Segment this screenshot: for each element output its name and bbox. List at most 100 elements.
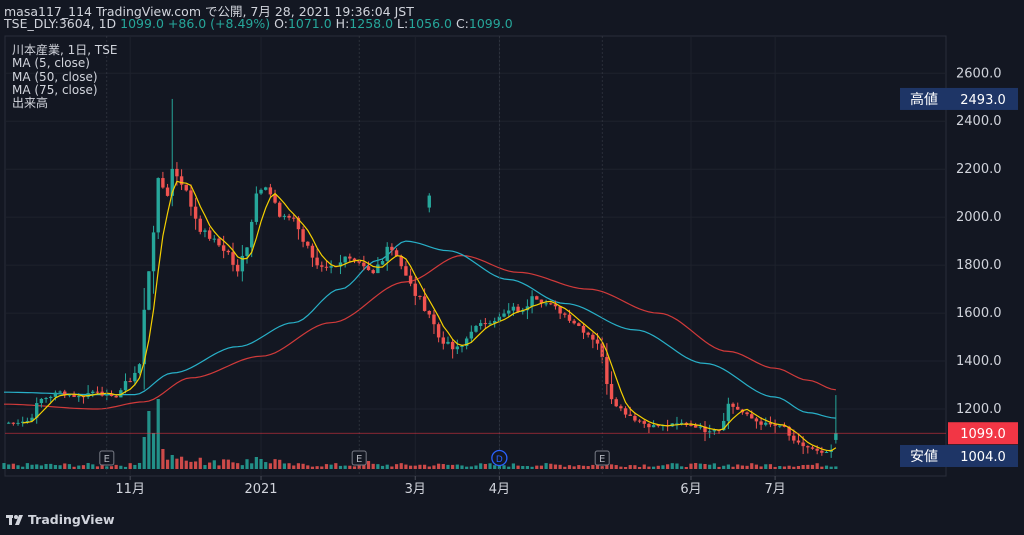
candle-body <box>750 414 754 419</box>
candle-body <box>478 323 483 326</box>
earnings-marker[interactable]: E <box>351 450 367 466</box>
candle-body <box>310 245 315 258</box>
footer[interactable]: TradingView <box>6 512 115 527</box>
candle-body <box>254 193 259 222</box>
volume-bar <box>689 463 693 469</box>
low-tag-value: 1004.0 <box>960 450 1006 465</box>
volume-bar <box>637 466 642 469</box>
candle-body <box>647 423 651 428</box>
volume-bar <box>133 464 137 469</box>
candle-body <box>348 256 352 259</box>
earnings-marker[interactable]: E <box>594 450 610 466</box>
candle-body <box>432 314 436 325</box>
volume-bar <box>530 466 534 469</box>
candle-body <box>343 256 347 263</box>
candle-body <box>572 320 576 324</box>
volume-bar <box>366 461 371 469</box>
candle-body <box>128 381 132 383</box>
candle-body <box>226 250 231 253</box>
volume-bar <box>549 463 553 469</box>
candle-body <box>628 414 632 416</box>
candle-body <box>165 187 170 196</box>
candle-body <box>726 403 731 421</box>
candle-body <box>586 332 590 335</box>
volume-bar <box>768 464 773 469</box>
volume-bar <box>577 465 581 469</box>
volume-bar <box>567 465 572 469</box>
price-tick-label: 1800.0 <box>956 258 1002 273</box>
volume-bar <box>810 464 815 469</box>
volume-bar <box>371 463 375 469</box>
candle-body <box>114 396 118 398</box>
volume-bar <box>296 463 301 469</box>
volume-bar <box>231 462 235 469</box>
time-tick-label: 11月 <box>115 482 145 497</box>
ma50-line <box>4 240 836 419</box>
ma50-path <box>4 240 836 419</box>
volume-bar <box>222 459 226 469</box>
candle-body <box>689 425 693 427</box>
volume-bar <box>273 459 277 469</box>
volume-bar <box>114 464 118 469</box>
volume-bar <box>754 464 759 469</box>
candle-body <box>530 296 534 307</box>
candle-body <box>184 184 188 191</box>
volume-bar <box>72 466 76 469</box>
price-chart[interactable]: E E E D 1200.0 1400.0 1600.0 1800.0 2000.0 2200.… <box>0 0 1024 535</box>
dividend-marker[interactable]: D <box>491 449 508 467</box>
low-tag-label: 安値 <box>910 449 938 465</box>
candle-body <box>488 323 492 325</box>
candle-body <box>292 217 296 219</box>
volume-bar <box>764 464 768 469</box>
candle-body <box>390 246 394 251</box>
candle-body <box>609 383 614 400</box>
volume-bar <box>511 463 515 469</box>
volume-bar <box>553 464 558 469</box>
volume-bar <box>137 462 142 469</box>
candle-body <box>376 264 380 274</box>
candle-body <box>6 422 11 424</box>
candle-body <box>413 283 417 296</box>
candle-body <box>441 337 445 344</box>
volume-bar <box>778 466 782 469</box>
volume-bar <box>591 464 595 469</box>
candle-body <box>707 431 712 433</box>
volume-bar <box>292 465 296 469</box>
candle-body <box>287 215 291 218</box>
candle-body <box>637 420 642 422</box>
volume-bar <box>675 463 679 469</box>
volume-bar <box>399 463 403 469</box>
time-tick-label: 2021 <box>244 482 277 497</box>
price-axis[interactable]: 1200.0 1400.0 1600.0 1800.0 2000.0 2200.0 2400… <box>956 66 1002 417</box>
volume-bar <box>815 463 819 469</box>
volume-bar <box>792 466 796 469</box>
volume-bar <box>11 463 15 469</box>
candle-body <box>418 295 422 297</box>
candle-body <box>754 418 759 422</box>
legend-title: 川本産業, 1日, TSE <box>12 43 118 57</box>
candle-body <box>380 261 385 265</box>
candle-body <box>245 247 249 256</box>
volume-bar <box>198 457 202 469</box>
volume-bar <box>535 465 539 469</box>
earnings-marker[interactable]: E <box>99 450 115 466</box>
volume-bar <box>142 437 146 469</box>
candle-body <box>404 266 408 276</box>
volume-bar <box>441 464 445 469</box>
candle-body <box>91 391 95 394</box>
volume-bar <box>427 466 431 469</box>
candle-body <box>207 230 212 239</box>
event-markers[interactable]: E E ED <box>99 36 610 476</box>
candle-body <box>282 215 287 217</box>
volume-bar <box>507 466 511 469</box>
candle-body <box>189 190 193 207</box>
volume-bar <box>7 464 11 469</box>
volume-bar <box>423 464 427 469</box>
volume-bar <box>30 464 34 469</box>
candle-body <box>249 221 254 248</box>
time-axis[interactable]: 11月 2021 3月 4月 6月 7月 <box>115 476 786 497</box>
candle-body <box>595 339 600 344</box>
candle-body <box>834 433 838 440</box>
candle-body <box>77 396 81 398</box>
candle-body <box>806 446 810 448</box>
